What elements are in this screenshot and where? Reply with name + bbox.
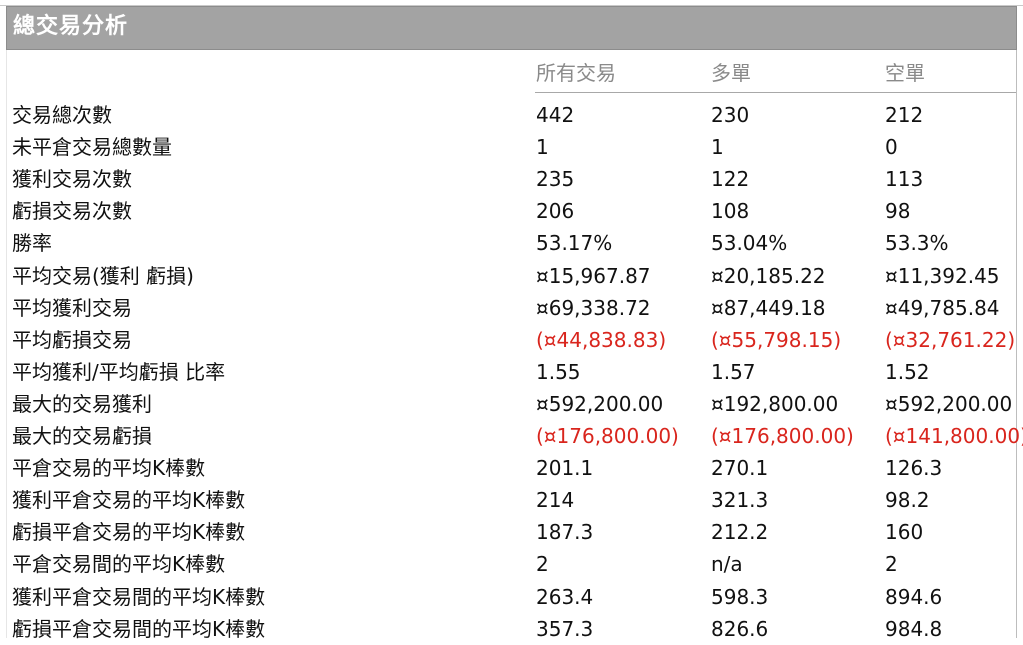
table-row: 最大的交易虧損 (¤176,800.00) (¤176,800.00) (¤141,8… [0, 420, 1023, 452]
row-label: 勝率 [12, 231, 52, 255]
row-label: 平均獲利/平均虧損 比率 [12, 360, 226, 384]
value-short: 2 [885, 552, 898, 576]
table-row: 虧損平倉交易的平均K棒數 187.3 212.2 160 [0, 516, 1023, 548]
value-long: ¤192,800.00 [711, 392, 839, 416]
value-long: 212.2 [711, 520, 769, 544]
row-label: 獲利交易次數 [12, 167, 132, 191]
row-label: 平倉交易間的平均K棒數 [12, 552, 226, 576]
row-label: 虧損平倉交易的平均K棒數 [12, 520, 246, 544]
table-row: 虧損平倉交易間的平均K棒數 357.3 826.6 984.8 [0, 613, 1023, 645]
value-short: 160 [885, 520, 924, 544]
value-all-trades: 442 [536, 103, 575, 127]
value-long: 122 [711, 167, 750, 191]
value-long: 598.3 [711, 585, 769, 609]
row-label: 平均交易(獲利 虧損) [12, 264, 194, 288]
value-all-trades: 187.3 [536, 520, 594, 544]
trade-analysis-window: 總交易分析 所有交易 多單 空單 交易總次數 442 230 212 未平倉交易總數量 1… [0, 0, 1023, 641]
value-long: (¤176,800.00) [711, 424, 854, 448]
value-all-trades: (¤176,800.00) [536, 424, 679, 448]
value-short: 984.8 [885, 617, 943, 641]
value-all-trades: 214 [536, 488, 575, 512]
value-long: 230 [711, 103, 750, 127]
column-header-long: 多單 [711, 61, 751, 85]
value-long: 108 [711, 199, 750, 223]
value-short: (¤32,761.22) [885, 328, 1016, 352]
value-long: ¤87,449.18 [711, 296, 826, 320]
value-all-trades: 357.3 [536, 617, 594, 641]
row-label: 獲利平倉交易的平均K棒數 [12, 488, 246, 512]
value-long: 321.3 [711, 488, 769, 512]
value-all-trades: 263.4 [536, 585, 594, 609]
table-row: 平均交易(獲利 虧損) ¤15,967.87 ¤20,185.22 ¤11,392.4… [0, 260, 1023, 292]
value-all-trades: ¤15,967.87 [536, 264, 651, 288]
value-all-trades: 1.55 [536, 360, 581, 384]
value-long: (¤55,798.15) [711, 328, 842, 352]
row-label: 平倉交易的平均K棒數 [12, 456, 206, 480]
panel-title-bar[interactable]: 總交易分析 [6, 6, 1017, 50]
row-label: 虧損交易次數 [12, 199, 132, 223]
value-short: 894.6 [885, 585, 943, 609]
value-all-trades: 53.17% [536, 231, 613, 255]
table-row: 平均虧損交易 (¤44,838.83) (¤55,798.15) (¤32,761.2… [0, 324, 1023, 356]
row-label: 平均虧損交易 [12, 328, 132, 352]
table-row: 勝率 53.17% 53.04% 53.3% [0, 227, 1023, 259]
value-all-trades: 235 [536, 167, 575, 191]
value-long: 270.1 [711, 456, 769, 480]
value-long: 1.57 [711, 360, 756, 384]
panel-title: 總交易分析 [13, 14, 129, 39]
row-label: 最大的交易獲利 [12, 392, 152, 416]
table-row: 平倉交易的平均K棒數 201.1 270.1 126.3 [0, 452, 1023, 484]
value-short: 126.3 [885, 456, 943, 480]
value-short: ¤49,785.84 [885, 296, 1000, 320]
value-short: 1.52 [885, 360, 930, 384]
row-label: 交易總次數 [12, 103, 112, 127]
row-label: 最大的交易虧損 [12, 424, 152, 448]
table-row: 虧損交易次數 206 108 98 [0, 195, 1023, 227]
value-all-trades: ¤592,200.00 [536, 392, 664, 416]
value-long: n/a [711, 552, 743, 576]
row-label: 獲利平倉交易間的平均K棒數 [12, 585, 266, 609]
value-all-trades: 201.1 [536, 456, 594, 480]
value-all-trades: 206 [536, 199, 575, 223]
value-all-trades: ¤69,338.72 [536, 296, 651, 320]
value-short: 212 [885, 103, 924, 127]
table-row: 最大的交易獲利 ¤592,200.00 ¤192,800.00 ¤592,200.00 [0, 388, 1023, 420]
value-short: 98 [885, 199, 911, 223]
column-header-short: 空單 [885, 61, 925, 85]
table-row: 交易總次數 442 230 212 [0, 99, 1023, 131]
value-short: ¤11,392.45 [885, 264, 1000, 288]
table-row: 未平倉交易總數量 1 1 0 [0, 131, 1023, 163]
table-row: 平均獲利交易 ¤69,338.72 ¤87,449.18 ¤49,785.84 [0, 292, 1023, 324]
row-label: 未平倉交易總數量 [12, 135, 172, 159]
value-short: 53.3% [885, 231, 949, 255]
value-short: (¤141,800.00) [885, 424, 1023, 448]
value-long: 826.6 [711, 617, 769, 641]
value-long: 53.04% [711, 231, 788, 255]
table-row: 獲利交易次數 235 122 113 [0, 163, 1023, 195]
value-short: 0 [885, 135, 898, 159]
row-label: 平均獲利交易 [12, 296, 132, 320]
value-short: ¤592,200.00 [885, 392, 1013, 416]
value-short: 113 [885, 167, 924, 191]
table-row: 獲利平倉交易的平均K棒數 214 321.3 98.2 [0, 484, 1023, 516]
value-all-trades: (¤44,838.83) [536, 328, 667, 352]
value-long: 1 [711, 135, 724, 159]
table-row: 平均獲利/平均虧損 比率 1.55 1.57 1.52 [0, 356, 1023, 388]
value-all-trades: 1 [536, 135, 549, 159]
value-short: 98.2 [885, 488, 930, 512]
value-all-trades: 2 [536, 552, 549, 576]
header-divider [535, 92, 1016, 93]
value-long: ¤20,185.22 [711, 264, 826, 288]
table-row: 獲利平倉交易間的平均K棒數 263.4 598.3 894.6 [0, 581, 1023, 613]
column-header-all-trades: 所有交易 [536, 61, 616, 85]
row-label: 虧損平倉交易間的平均K棒數 [12, 617, 266, 641]
table-row: 平倉交易間的平均K棒數 2 n/a 2 [0, 548, 1023, 580]
